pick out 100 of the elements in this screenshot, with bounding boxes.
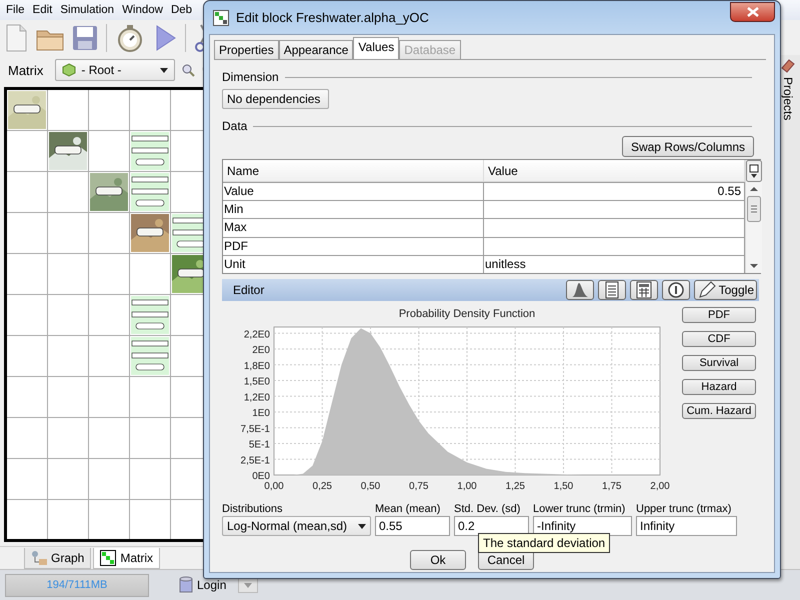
root-dropdown[interactable]: - Root - — [55, 59, 176, 82]
table-cell: PDF — [223, 238, 484, 255]
grid-cell[interactable] — [130, 459, 170, 500]
grid-cell[interactable] — [7, 254, 47, 294]
grid-cell[interactable] — [89, 213, 129, 254]
distribution-dropdown[interactable]: Log-Normal (mean,sd) — [222, 516, 371, 536]
tick-label: 2E0 — [252, 345, 270, 356]
grid-cell[interactable] — [89, 336, 129, 376]
grid-cell[interactable] — [130, 418, 170, 458]
input-field[interactable]: Infinity — [636, 516, 737, 536]
cube-icon — [62, 63, 76, 78]
grid-cell[interactable] — [130, 336, 170, 376]
chart-title: Probability Density Function — [398, 308, 536, 320]
icon-button[interactable] — [598, 280, 626, 300]
tab[interactable]: Properties — [214, 40, 279, 59]
icon-button[interactable] — [566, 280, 594, 300]
toggle-button[interactable]: Toggle — [694, 280, 757, 300]
tab[interactable]: Appearance — [278, 40, 354, 59]
grid-cell[interactable] — [130, 131, 170, 172]
table-cell: Unit — [223, 256, 484, 274]
tick-label: 1,25 — [506, 481, 525, 492]
memory-indicator: 194/7111MB — [5, 574, 149, 597]
grid-cell[interactable] — [48, 418, 88, 458]
input-field[interactable]: 0.55 — [375, 516, 450, 536]
grid-cell[interactable] — [7, 500, 47, 540]
grid-cell[interactable] — [89, 459, 129, 500]
projects-tab[interactable]: Projects — [777, 59, 799, 121]
grid-cell[interactable] — [48, 459, 88, 500]
grid-cell[interactable] — [89, 418, 129, 458]
tick-label: 0,00 — [264, 481, 284, 492]
field-label: Mean (mean) — [375, 503, 442, 515]
grid-cell[interactable] — [130, 295, 170, 336]
close-button[interactable] — [730, 2, 775, 22]
grid-cell[interactable] — [130, 377, 170, 418]
grid-cell[interactable] — [130, 90, 170, 130]
menu-item[interactable]: Simulation — [56, 4, 118, 16]
grid-cell[interactable] — [130, 500, 170, 540]
scroll-thumb[interactable] — [747, 196, 761, 222]
grid-cell[interactable] — [130, 213, 170, 254]
grid-cell[interactable] — [7, 131, 47, 172]
block-drawing — [131, 337, 169, 376]
input-field[interactable]: 0.2 — [454, 516, 529, 536]
icon-button[interactable] — [662, 280, 690, 300]
icon-button[interactable] — [630, 280, 658, 300]
grid-cell[interactable] — [89, 172, 129, 212]
table-cell: Value — [223, 183, 484, 200]
grid-cell[interactable] — [48, 172, 88, 212]
swap-button[interactable]: Swap Rows/Columns — [622, 136, 754, 157]
grid-cell[interactable] — [130, 254, 170, 294]
table-cell: Max — [223, 219, 484, 237]
window-title: Edit block Freshwater.alpha_yOC — [236, 10, 430, 25]
grid-cell[interactable] — [48, 500, 88, 540]
grid-cell[interactable] — [7, 172, 47, 212]
grid-cell[interactable] — [48, 336, 88, 376]
tooltip: The standard deviation — [478, 533, 610, 553]
caret-icon — [160, 68, 168, 73]
panel-label: Matrix — [8, 62, 44, 78]
grid-cell[interactable] — [48, 377, 88, 418]
login-button[interactable]: Login — [179, 576, 226, 594]
grid-cell[interactable] — [89, 254, 129, 294]
field-label: Distributions — [222, 503, 284, 515]
function-button[interactable]: CDF — [682, 331, 756, 347]
section-heading: Dimension — [222, 70, 279, 84]
grid-cell[interactable] — [7, 213, 47, 254]
grid-cell[interactable] — [89, 90, 129, 130]
grid-cell[interactable] — [7, 336, 47, 376]
dimension-dropdown[interactable]: No dependencies — [222, 89, 329, 109]
grid-cell[interactable] — [7, 418, 47, 458]
menu-item[interactable]: Edit — [28, 4, 56, 16]
grid-cell[interactable] — [7, 295, 47, 336]
menu-item[interactable]: File — [2, 4, 29, 16]
grid-cell[interactable] — [48, 131, 88, 172]
grid-cell[interactable] — [48, 90, 88, 130]
tick-label: 5E-1 — [248, 440, 270, 450]
dialog-button[interactable]: Ok — [410, 550, 466, 570]
function-button[interactable]: Survival — [682, 355, 756, 371]
function-button[interactable]: Cum. Hazard — [682, 403, 756, 419]
grid-cell[interactable] — [48, 254, 88, 294]
grid-cell[interactable] — [89, 500, 129, 540]
menu-item[interactable]: Window — [118, 4, 167, 16]
tab[interactable]: Values — [353, 37, 400, 59]
block-drawing — [131, 132, 169, 170]
menu-item[interactable]: Deb — [166, 4, 196, 16]
grid-cell[interactable] — [89, 377, 129, 418]
grid-cell[interactable] — [48, 295, 88, 336]
zoom-icon[interactable] — [181, 63, 196, 78]
grid-cell[interactable] — [89, 131, 129, 172]
grid-cell[interactable] — [7, 377, 47, 418]
grid-cell[interactable] — [89, 295, 129, 336]
view-tab[interactable]: Matrix — [93, 548, 160, 570]
column-header[interactable]: Name — [223, 160, 484, 182]
function-button[interactable]: PDF — [682, 307, 756, 323]
view-tab[interactable]: Graph — [24, 548, 92, 570]
grid-cell[interactable] — [130, 172, 170, 212]
grid-cell[interactable] — [7, 459, 47, 500]
block-icon — [213, 10, 229, 26]
grid-cell[interactable] — [7, 90, 47, 130]
function-button[interactable]: Hazard — [682, 379, 756, 395]
grid-cell[interactable] — [48, 213, 88, 254]
column-menu-icon[interactable] — [746, 160, 762, 182]
